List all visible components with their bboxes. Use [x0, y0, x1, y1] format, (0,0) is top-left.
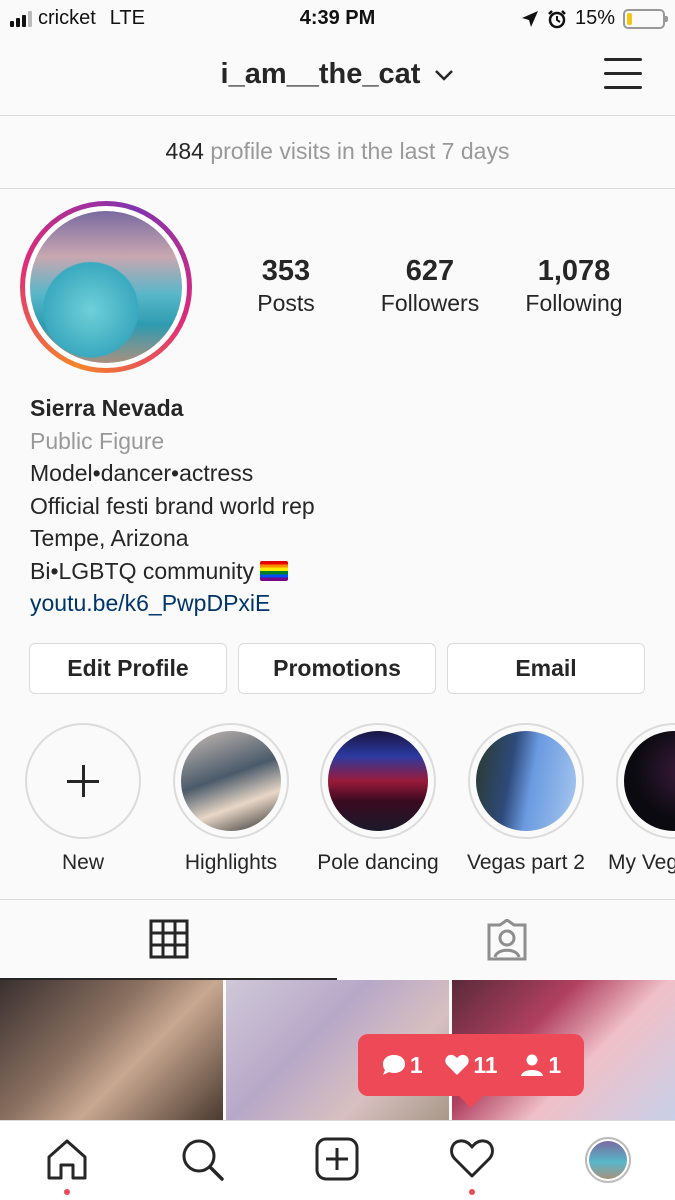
profile-avatar[interactable]: [20, 201, 192, 373]
highlight-pole-dancing[interactable]: Pole dancing: [313, 723, 443, 875]
highlight-new[interactable]: New: [18, 723, 148, 875]
comment-notification: 1: [381, 1052, 423, 1079]
battery-percent: 15%: [574, 7, 615, 29]
location-arrow-icon: [521, 10, 538, 27]
status-bar: cricket LTE 4:39 PM 15%: [0, 0, 675, 40]
heart-filled-icon: [445, 1054, 470, 1075]
profile-tabs: [0, 899, 675, 980]
bio-line-community: Bi•LGBTQ community: [30, 555, 315, 588]
follow-count: 1: [548, 1051, 562, 1078]
like-notification: 11: [444, 1051, 498, 1079]
notification-dot: [469, 1189, 475, 1195]
heart-icon: [450, 1139, 494, 1178]
highlight-vegas-part-2[interactable]: Vegas part 2: [461, 723, 591, 875]
avatar-photo: [30, 211, 182, 363]
follow-notification: 1: [519, 1052, 561, 1079]
highlight-label: New: [61, 851, 104, 874]
edit-profile-button[interactable]: Edit Profile: [29, 643, 227, 694]
highlight-label: Highlights: [184, 851, 278, 874]
username-switcher[interactable]: i_am__the_cat: [0, 58, 675, 91]
highlight-label: Pole dancing: [317, 851, 439, 874]
nav-search[interactable]: [177, 1137, 227, 1187]
following-count: 1,078: [537, 255, 611, 287]
bio-line: Model•dancer•actress: [30, 460, 254, 486]
followers-count: 627: [405, 255, 455, 287]
alarm-icon: [548, 9, 566, 28]
stat-following[interactable]: 1,078 Following: [504, 255, 644, 317]
notification-dot: [64, 1189, 70, 1195]
plus-icon: [33, 731, 133, 831]
battery-icon: [623, 8, 668, 29]
profile-bio: Sierra Nevada Public Figure Model•dancer…: [30, 392, 315, 620]
rainbow-flag-icon: [260, 560, 289, 581]
avatar: [585, 1137, 631, 1183]
highlight-cover: [181, 731, 281, 831]
following-label: Following: [525, 290, 623, 316]
stat-followers[interactable]: 627 Followers: [360, 255, 500, 317]
grid-icon: [149, 919, 188, 959]
photo-thumbnail[interactable]: [0, 980, 223, 1120]
profile-visits-banner[interactable]: 484 profile visits in the last 7 days: [0, 116, 675, 189]
profile-category: Public Figure: [30, 427, 165, 454]
promotions-button[interactable]: Promotions: [238, 643, 436, 694]
posts-count: 353: [261, 255, 311, 287]
bio-line: Bi•LGBTQ community: [30, 557, 255, 584]
nav-activity[interactable]: [447, 1137, 497, 1195]
activity-notification-bubble[interactable]: 1 11 1: [358, 1034, 584, 1108]
email-button[interactable]: Email: [447, 643, 645, 694]
bio-line: Tempe, Arizona: [30, 525, 189, 551]
comment-count: 1: [409, 1051, 423, 1078]
tagged-icon: [487, 919, 526, 961]
comment-icon: [382, 1055, 405, 1075]
search-icon: [182, 1139, 224, 1181]
bio-link[interactable]: youtu.be/k6_PwpDPxiE: [30, 587, 315, 620]
profile-header: i_am__the_cat: [0, 40, 675, 116]
tab-tagged[interactable]: [338, 900, 675, 980]
menu-icon[interactable]: [604, 58, 642, 90]
display-name: Sierra Nevada: [30, 395, 184, 421]
highlight-label: Vegas part 2: [467, 851, 585, 874]
bottom-nav: [0, 1120, 675, 1200]
nav-profile[interactable]: [583, 1137, 633, 1187]
posts-label: Posts: [257, 290, 315, 316]
visits-text: profile visits in the last 7 days: [210, 138, 510, 164]
highlight-cover: [476, 731, 576, 831]
person-icon: [521, 1054, 544, 1076]
highlight-my-vegas[interactable]: My Veg: [608, 723, 675, 875]
username-label: i_am__the_cat: [220, 58, 421, 90]
visits-count: 484: [165, 138, 204, 164]
nav-home[interactable]: [42, 1137, 92, 1195]
tab-grid[interactable]: [0, 900, 337, 980]
like-count: 11: [473, 1051, 498, 1078]
highlight-label: My Veg: [608, 851, 675, 874]
nav-new-post[interactable]: [312, 1137, 362, 1187]
followers-label: Followers: [380, 290, 480, 316]
chevron-down-icon: [435, 70, 454, 82]
highlight-cover: [624, 731, 675, 831]
stat-posts[interactable]: 353 Posts: [216, 255, 356, 317]
add-post-icon: [315, 1137, 359, 1181]
highlight-highlights[interactable]: Highlights: [166, 723, 296, 875]
home-icon: [47, 1139, 87, 1180]
bio-line: Official festi brand world rep: [30, 492, 315, 519]
status-right: 15%: [521, 7, 668, 30]
battery-fill: [627, 12, 633, 25]
highlight-cover: [328, 731, 428, 831]
